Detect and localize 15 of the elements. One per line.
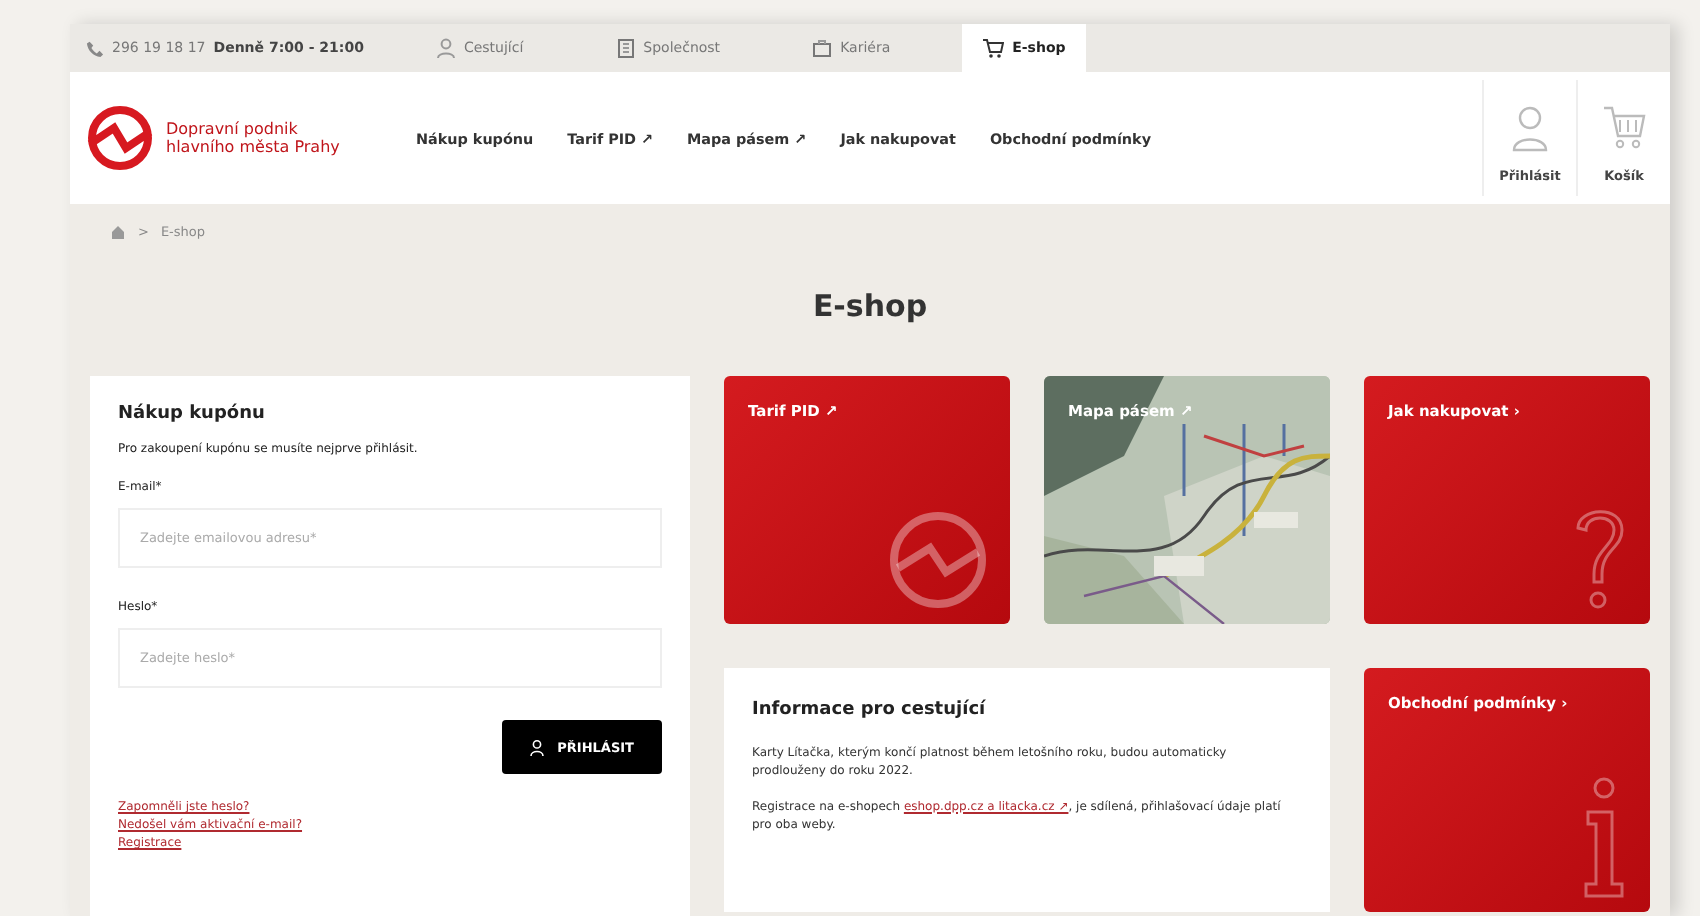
card-title: Nákup kupónu: [118, 404, 267, 424]
user-icon: [529, 739, 544, 755]
logo-text: Dopravní podnik hlavního města Prahy: [166, 119, 342, 157]
logo-icon: [886, 508, 990, 612]
phone-icon: [86, 39, 104, 57]
page-title: E-shop: [810, 288, 930, 324]
user-icon: [1510, 104, 1550, 152]
cart-icon: [982, 38, 1005, 58]
briefcase-icon: [812, 38, 833, 58]
logo-icon: [86, 104, 154, 172]
cart-icon: [1602, 104, 1646, 152]
user-icon: [435, 38, 456, 58]
card-title: Informace pro cestující: [752, 699, 988, 719]
home-icon[interactable]: [110, 224, 126, 240]
building-icon: [615, 38, 636, 58]
